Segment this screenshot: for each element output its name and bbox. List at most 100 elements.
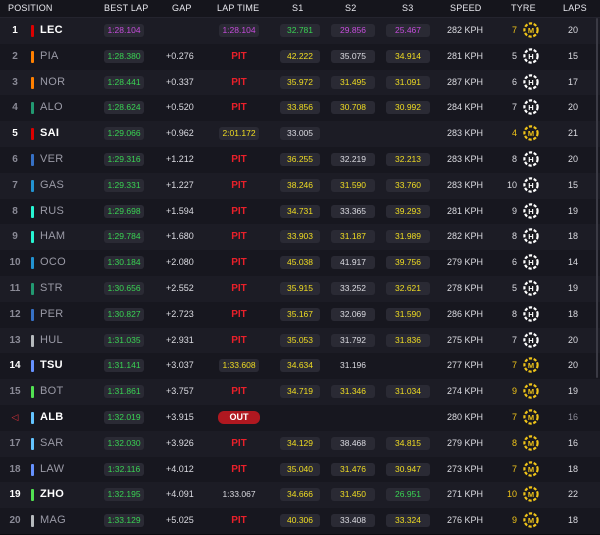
header-speed[interactable]: SPEED <box>450 3 482 13</box>
header-best-lap[interactable]: BEST LAP <box>104 3 148 13</box>
sector-2-time: 33.408 <box>331 514 375 528</box>
driver-code[interactable]: MAG <box>40 514 66 526</box>
table-row[interactable]: 14 TSU 1:31.141 +3.037 1:33.608 34.634 31.196 2… <box>0 353 600 381</box>
table-row[interactable]: 3 NOR 1:28.441 +0.337 PIT 35.972 31.495 31.091 2… <box>0 69 600 97</box>
driver-code[interactable]: GAS <box>40 179 64 191</box>
laps-completed: 17 <box>568 76 579 87</box>
table-row[interactable]: 15 BOT 1:31.861 +3.757 PIT 34.719 31.346 31.034… <box>0 379 600 407</box>
table-row[interactable]: 12 PER 1:30.827 +2.723 PIT 35.167 32.069 31.590… <box>0 301 600 329</box>
header-lap-time[interactable]: LAP TIME <box>217 3 259 13</box>
team-color-bar <box>31 412 34 424</box>
driver-code[interactable]: HAM <box>40 230 65 242</box>
driver-code[interactable]: ALB <box>40 411 64 423</box>
table-row[interactable]: 19 ZHO 1:32.195 +4.091 1:33.067 34.666 31.450 2… <box>0 482 600 510</box>
pit-indicator: PIT <box>231 283 247 294</box>
gap-to-leader: +3.757 <box>166 386 194 397</box>
table-row[interactable]: 18 LAW 1:32.116 +4.012 PIT 35.040 31.476 30.947… <box>0 456 600 484</box>
laps-completed: 18 <box>568 463 579 474</box>
hard-tyre-icon: H <box>523 99 539 116</box>
table-row[interactable]: 13 HUL 1:31.035 +2.931 PIT 35.053 31.792 31.836… <box>0 327 600 355</box>
laps-completed: 20 <box>568 25 579 35</box>
driver-code[interactable]: SAR <box>40 437 64 449</box>
team-color-bar <box>31 205 34 218</box>
speed-trap: 275 KPH <box>447 334 484 345</box>
tyre-compound-letter: M <box>528 129 534 138</box>
header-gap[interactable]: GAP <box>172 3 192 13</box>
hard-tyre-icon: H <box>523 228 539 245</box>
driver-code[interactable]: STR <box>40 282 63 294</box>
table-row[interactable]: 8 RUS 1:29.698 +1.594 PIT 34.731 33.365 39.293 2… <box>0 198 600 226</box>
position-number: 17 <box>9 437 21 449</box>
header-s1[interactable]: S1 <box>292 3 303 13</box>
pit-indicator: PIT <box>231 76 247 88</box>
sector-1-time: 33.856 <box>280 101 320 115</box>
last-lap-time: 1:28.104 <box>219 24 259 37</box>
driver-code[interactable]: BOT <box>40 385 64 397</box>
driver-code[interactable]: HUL <box>40 334 63 346</box>
driver-code[interactable]: TSU <box>40 359 63 371</box>
position-number: 1 <box>12 25 18 36</box>
table-row[interactable]: 7 GAS 1:29.331 +1.227 PIT 38.246 31.590 33.760 2… <box>0 172 600 200</box>
driver-code[interactable]: VER <box>40 153 64 165</box>
gap-to-leader: +4.091 <box>166 489 194 500</box>
table-row[interactable]: 11 STR 1:30.656 +2.552 PIT 35.915 33.252 32.621… <box>0 276 600 303</box>
best-lap-time: 1:29.331 <box>104 178 144 192</box>
medium-tyre-icon: M <box>523 357 539 374</box>
tyre-age: 6 <box>511 257 517 268</box>
driver-code[interactable]: RUS <box>40 205 64 217</box>
hard-tyre-icon: H <box>523 73 539 90</box>
table-row[interactable]: 10 OCO 1:30.184 +2.080 PIT 45.038 41.917 39.756… <box>0 250 600 278</box>
scrollbar[interactable] <box>596 18 598 378</box>
sector-1-time: 35.053 <box>280 333 320 347</box>
gap-to-leader: +1.680 <box>166 231 194 242</box>
sector-2-time: 31.495 <box>331 75 375 89</box>
table-row[interactable]: 4 ALO 1:28.624 +0.520 PIT 33.856 30.708 30.992 2… <box>0 95 600 123</box>
driver-code[interactable]: LAW <box>40 463 64 475</box>
table-row[interactable]: 5 SAI 1:29.066 +0.962 2:01.172 33.005 283 KPH 4… <box>0 121 600 149</box>
speed-trap: 279 KPH <box>447 437 484 448</box>
medium-tyre-icon: M <box>523 460 539 477</box>
table-row[interactable]: 6 VER 1:29.316 +1.212 PIT 36.255 32.219 32.213 2… <box>0 147 600 174</box>
tyre-compound-letter: H <box>528 284 533 293</box>
position-number: 4 <box>12 102 18 114</box>
team-color-bar <box>31 128 34 141</box>
table-row[interactable]: 17 SAR 1:32.030 +3.926 PIT 34.129 38.468 34.815… <box>0 430 600 458</box>
medium-tyre-icon: M <box>523 435 539 451</box>
table-row[interactable]: 1 LEC 1:28.104 1:28.104 32.781 29.856 25.467 28… <box>0 18 600 45</box>
tyre-compound-letter: H <box>528 181 533 190</box>
table-row[interactable]: 20 MAG 1:33.129 +5.025 PIT 40.306 33.408 33.324… <box>0 508 600 535</box>
driver-code[interactable]: SAI <box>40 127 59 139</box>
driver-code[interactable]: PIA <box>40 50 59 62</box>
table-row[interactable]: 2 PIA 1:28.380 +0.276 PIT 42.222 35.075 34.914 2… <box>0 43 600 71</box>
best-lap-time: 1:32.116 <box>104 462 144 476</box>
table-row[interactable]: 9 HAM 1:29.784 +1.680 PIT 33.903 31.187 31.989 2… <box>0 224 600 252</box>
driver-code[interactable]: NOR <box>40 76 65 88</box>
best-lap-time: 1:29.316 <box>104 153 144 166</box>
header-position[interactable]: POSITION <box>8 3 53 13</box>
medium-tyre-icon: M <box>523 383 539 399</box>
sector-3-time: 33.760 <box>386 178 430 192</box>
sector-3-time: 31.989 <box>386 230 430 244</box>
position-number: 7 <box>12 179 18 191</box>
team-color-bar <box>31 334 34 347</box>
driver-code[interactable]: OCO <box>40 256 66 268</box>
hard-tyre-icon: H <box>523 177 539 193</box>
header-s3[interactable]: S3 <box>402 3 413 13</box>
sector-1-time: 40.306 <box>280 514 320 528</box>
hard-tyre-icon: H <box>523 306 539 322</box>
driver-code[interactable]: ZHO <box>40 488 64 500</box>
sector-3-time: 32.213 <box>386 153 430 166</box>
header-s2[interactable]: S2 <box>345 3 356 13</box>
sector-2-time: 31.590 <box>331 178 375 192</box>
table-row[interactable]: ◁ ALB 1:32.019 +3.915 OUT 280 KPH 7 M 16 <box>0 405 600 432</box>
driver-code[interactable]: LEC <box>40 24 63 36</box>
driver-code[interactable]: ALO <box>40 101 63 113</box>
sector-1-time: 35.972 <box>280 75 320 89</box>
best-lap-time: 1:32.019 <box>104 411 144 424</box>
header-tyre[interactable]: TYRE <box>511 3 536 13</box>
header-laps[interactable]: LAPS <box>563 3 587 13</box>
driver-code[interactable]: PER <box>40 308 64 320</box>
sector-2-time: 32.069 <box>331 307 375 321</box>
tyre-age: 7 <box>511 25 517 35</box>
sector-3-time: 33.324 <box>386 514 430 528</box>
